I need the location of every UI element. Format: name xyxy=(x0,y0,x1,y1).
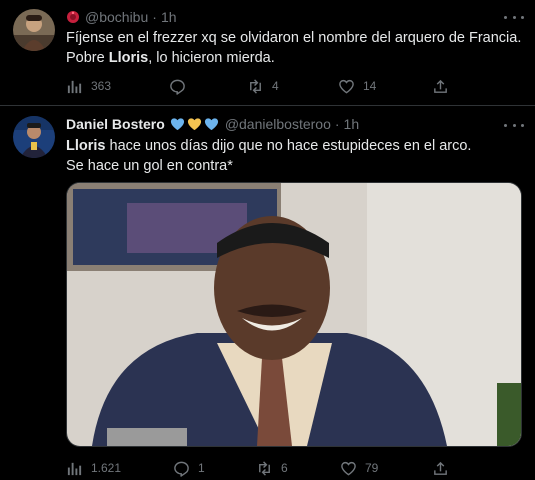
reply-count: 1 xyxy=(198,461,205,475)
retweet-icon xyxy=(259,460,270,476)
separator: · xyxy=(152,9,157,25)
user-handle[interactable]: @danielbosteroo xyxy=(225,116,331,132)
views-count: 363 xyxy=(91,79,112,93)
retweet-button[interactable]: 6 xyxy=(256,458,288,478)
heart-emoji xyxy=(170,117,185,131)
tweet-text-bold: Lloris xyxy=(108,50,149,66)
tweet-text: Lloris hace unos días dijo que no hace e… xyxy=(66,136,526,176)
like-icon xyxy=(341,461,356,475)
user-emoji-icon xyxy=(66,10,80,24)
share-icon xyxy=(434,461,447,475)
tweet-1[interactable]: @bochibu · 1h Fíjense en el frezzer xq s… xyxy=(0,0,535,105)
like-icon xyxy=(339,79,354,93)
share-icon xyxy=(434,79,447,93)
action-bar: 1.621 1 6 79 xyxy=(66,458,526,478)
tweet-text-part: , lo hicieron mierda. xyxy=(148,50,275,66)
tweet-text-part: hace unos días dijo que no hace estupide… xyxy=(105,138,472,154)
views-icon xyxy=(67,80,82,93)
retweet-button[interactable]: 4 xyxy=(247,76,279,96)
retweet-icon xyxy=(250,78,261,94)
tweet-text-line1: Fíjense en el frezzer xq se olvidaron el… xyxy=(66,30,522,46)
media-illustration xyxy=(67,183,521,446)
avatar[interactable] xyxy=(13,9,55,51)
reply-button[interactable]: 1 xyxy=(173,458,205,478)
share-button[interactable] xyxy=(432,76,449,96)
reply-button[interactable] xyxy=(169,76,194,96)
avatar[interactable] xyxy=(13,116,55,158)
like-button[interactable]: 14 xyxy=(338,76,376,96)
views-button[interactable]: 1.621 xyxy=(66,458,121,478)
more-icon[interactable] xyxy=(504,122,524,128)
timestamp[interactable]: 1h xyxy=(161,9,177,25)
views-button[interactable]: 363 xyxy=(66,76,111,96)
tweet-header: Daniel Bostero @danielbosteroo · 1h xyxy=(66,116,359,132)
tweet-media-image[interactable] xyxy=(66,182,522,447)
more-icon[interactable] xyxy=(504,14,524,20)
reply-icon xyxy=(174,461,189,477)
views-icon xyxy=(67,462,82,475)
heart-emoji xyxy=(187,117,202,131)
like-count: 79 xyxy=(365,461,379,475)
reply-icon xyxy=(170,79,185,95)
action-bar: 363 4 14 xyxy=(66,76,526,96)
retweet-count: 6 xyxy=(281,461,288,475)
like-button[interactable]: 79 xyxy=(340,458,378,478)
user-handle[interactable]: @bochibu xyxy=(85,9,148,25)
timestamp[interactable]: 1h xyxy=(344,116,360,132)
user-display-name[interactable]: Daniel Bostero xyxy=(66,116,165,132)
share-button[interactable] xyxy=(432,458,449,478)
tweet-text: Fíjense en el frezzer xq se olvidaron el… xyxy=(66,28,526,68)
tweet-header: @bochibu · 1h xyxy=(66,9,177,25)
retweet-count: 4 xyxy=(272,79,279,93)
tweet-text-part: Pobre xyxy=(66,50,109,66)
separator: · xyxy=(334,116,340,132)
heart-emoji xyxy=(204,117,219,131)
like-count: 14 xyxy=(363,79,377,93)
tweet-text-bold: Lloris xyxy=(66,138,106,154)
views-count: 1.621 xyxy=(91,461,122,475)
tweet-text-line2: Se hace un gol en contra* xyxy=(66,158,233,174)
